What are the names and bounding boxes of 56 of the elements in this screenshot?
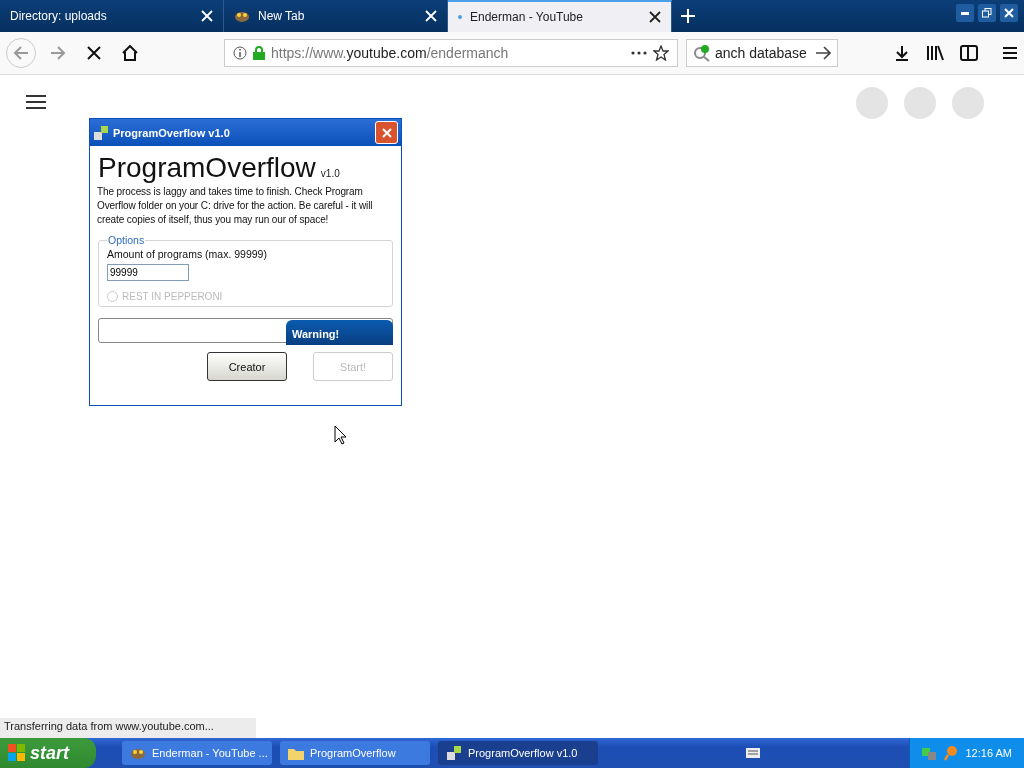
search-field[interactable]: anch database bbox=[686, 39, 838, 67]
address-bar[interactable]: https://www.youtube.com/endermanch bbox=[224, 39, 678, 67]
clock: 12:16 AM bbox=[965, 747, 1012, 759]
minimize-icon bbox=[961, 11, 969, 15]
start-button[interactable]: start bbox=[0, 738, 96, 768]
taskbar-item[interactable]: ProgramOverflow v1.0 bbox=[438, 741, 598, 765]
back-arrow-icon bbox=[13, 45, 29, 61]
version-label: v1.0 bbox=[320, 168, 340, 179]
restore-button[interactable] bbox=[978, 4, 996, 22]
more-icon[interactable] bbox=[631, 51, 647, 55]
info-icon bbox=[233, 46, 247, 60]
app-heading: ProgramOverflow bbox=[98, 152, 316, 184]
amount-label: Amount of programs (max. 99999) bbox=[107, 248, 268, 260]
lock-icon bbox=[253, 46, 265, 60]
go-arrow-icon[interactable] bbox=[815, 46, 831, 60]
windows-logo-icon bbox=[8, 744, 26, 762]
placeholder-circle bbox=[856, 87, 888, 119]
placeholder-circle bbox=[952, 87, 984, 119]
browser-tab[interactable]: Enderman - YouTube bbox=[448, 0, 672, 32]
menu-icon[interactable] bbox=[26, 95, 46, 109]
new-tab-icon[interactable] bbox=[680, 8, 696, 24]
folder-icon bbox=[288, 746, 304, 760]
library-icon[interactable] bbox=[926, 45, 944, 61]
search-icon bbox=[693, 44, 711, 62]
radio-label: REST IN PEPPERONI bbox=[122, 291, 223, 302]
close-icon bbox=[1004, 8, 1014, 18]
placeholder-circle bbox=[904, 87, 936, 119]
program-icon bbox=[446, 745, 462, 761]
restore-icon bbox=[982, 8, 992, 18]
close-icon bbox=[381, 127, 392, 138]
keyboard-icon[interactable] bbox=[746, 748, 761, 758]
close-button[interactable] bbox=[1000, 4, 1018, 22]
taskbar-item[interactable]: ProgramOverflow bbox=[280, 741, 430, 765]
creature-icon bbox=[130, 746, 146, 760]
sidebar-icon[interactable] bbox=[960, 45, 978, 61]
star-icon[interactable] bbox=[653, 45, 669, 61]
amount-field[interactable]: 99999 bbox=[107, 264, 189, 281]
cursor-icon bbox=[334, 425, 347, 445]
warning-tooltip: Warning! bbox=[286, 320, 393, 345]
dialog-button[interactable]: Creator bbox=[207, 352, 287, 381]
home-icon bbox=[122, 45, 138, 61]
description-text: The process is laggy and takes time to finish. Check Program Overflow folder on your C: drive for the action. Be careful - it will create copies of itself, thus you may run our of space! bbox=[97, 185, 374, 227]
taskbar-item[interactable]: Enderman - YouTube ... bbox=[122, 741, 272, 765]
loading-dot-icon bbox=[458, 15, 462, 19]
stop-icon bbox=[87, 46, 101, 60]
status-text: Transferring data from www.youtube.com... bbox=[0, 718, 256, 738]
minimize-button[interactable] bbox=[956, 4, 974, 22]
forward-arrow-icon bbox=[50, 45, 66, 61]
download-icon[interactable] bbox=[894, 45, 910, 61]
menu-icon[interactable] bbox=[1002, 46, 1018, 60]
dialog-title: ProgramOverflow v1.0 bbox=[113, 126, 230, 139]
creature-icon bbox=[234, 9, 250, 23]
close-icon[interactable] bbox=[649, 11, 661, 23]
group-legend: Options bbox=[107, 234, 146, 246]
program-icon bbox=[93, 124, 109, 141]
close-button[interactable] bbox=[375, 121, 398, 144]
